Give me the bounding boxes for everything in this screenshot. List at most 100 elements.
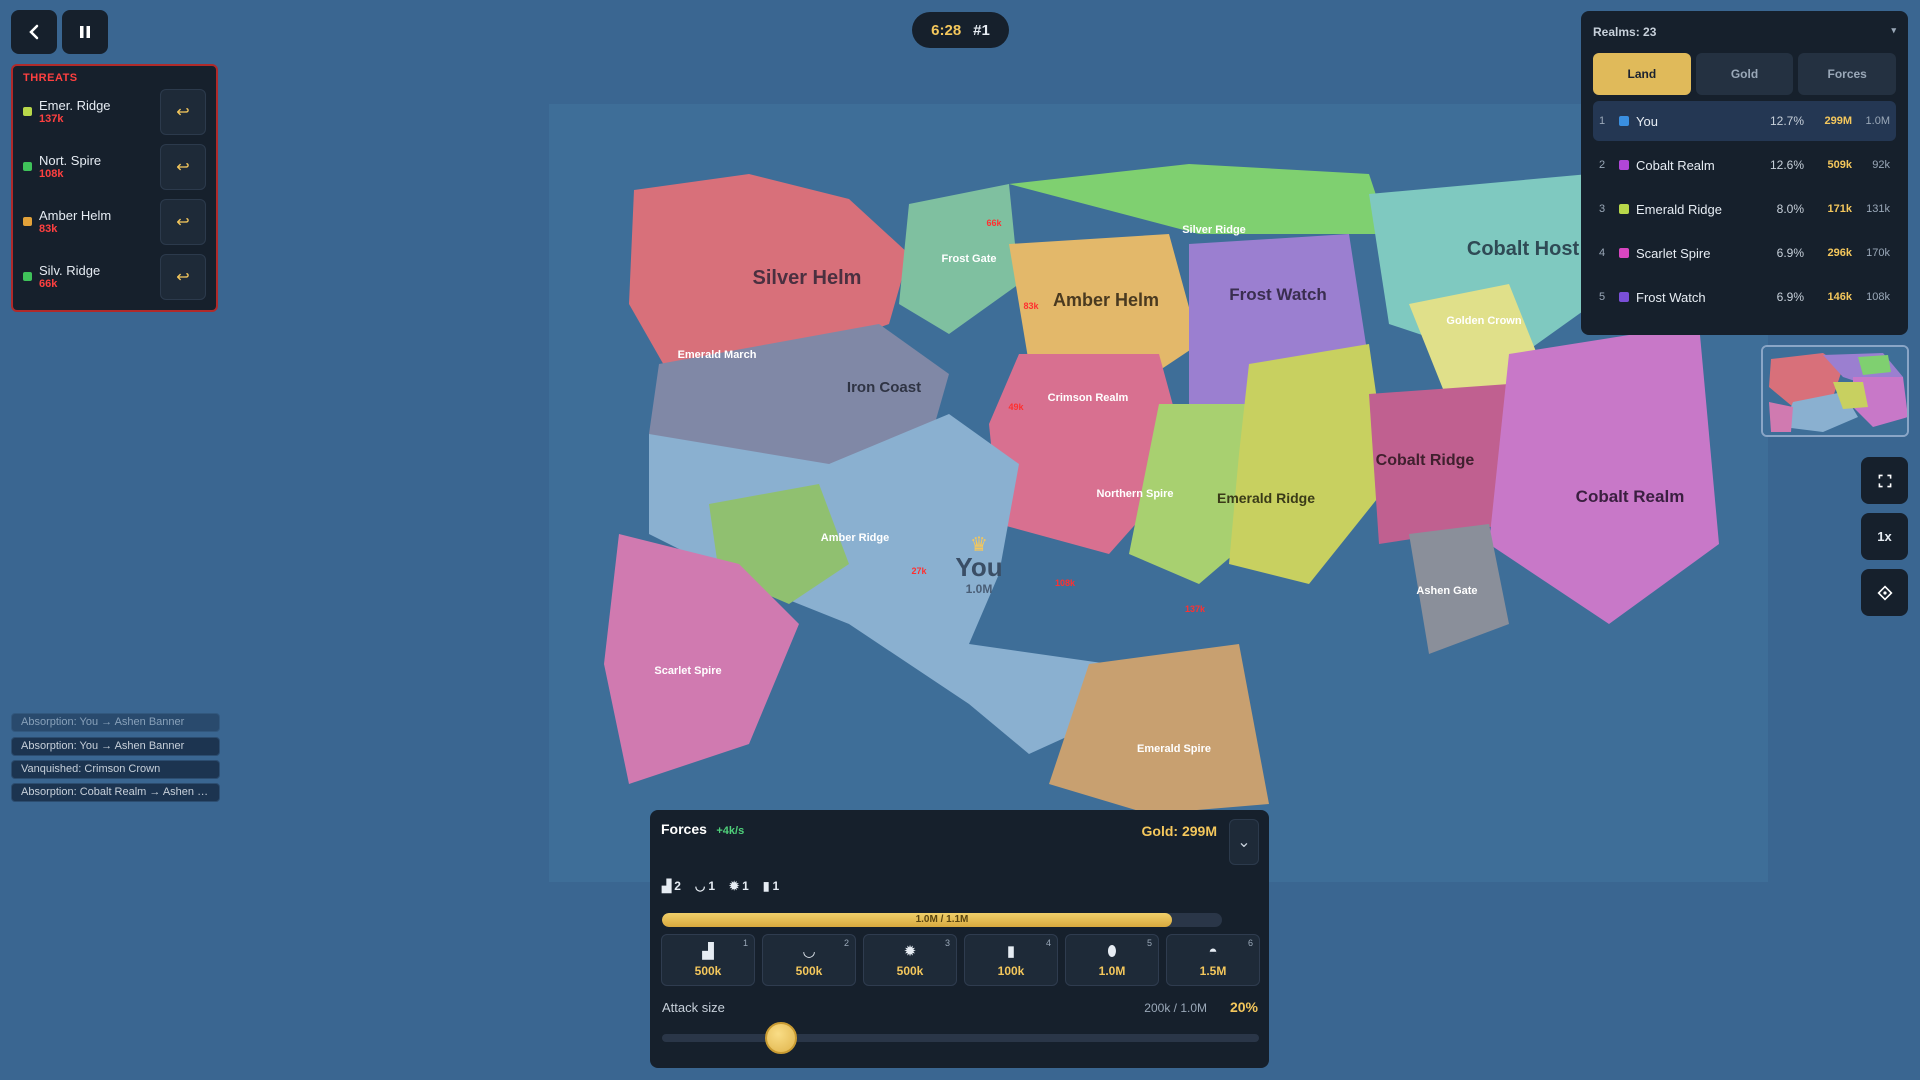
chevron-down-icon: ⌄ <box>1237 834 1251 851</box>
center-view-button[interactable] <box>1861 569 1908 616</box>
speed-label: 1x <box>1877 529 1892 544</box>
retreat-button[interactable]: ↩ <box>160 254 206 300</box>
threat-value: 66k <box>39 278 58 290</box>
realms-leaderboard: Realms: 23 ▾ Land Gold Forces 1 You 12.7… <box>1581 11 1908 335</box>
tab-gold[interactable]: Gold <box>1695 53 1794 95</box>
capacity-label: 1.0M / 1.1M <box>915 914 969 925</box>
hotkey-label: 3 <box>944 938 950 948</box>
boat-icon: ◡ <box>694 879 706 893</box>
unit-cost: 500k <box>694 964 722 978</box>
game-timer: 6:28 #1 <box>912 12 1009 48</box>
tab-forces[interactable]: Forces <box>1798 53 1897 95</box>
build-menu: 1 ▟ 500k 2 ◡ 500k 3 ✹ 500k 4 ▮ 100k 5 ⬮ … <box>661 934 1260 986</box>
building-count: ✹ 1 <box>729 879 749 893</box>
threat-color-swatch <box>23 107 32 116</box>
row-color-swatch <box>1619 204 1629 214</box>
hotkey-label: 2 <box>843 938 849 948</box>
fullscreen-icon <box>1878 474 1891 487</box>
leaderboard-row[interactable]: 3 Emerald Ridge 8.0% 171k 131k <box>1593 189 1896 229</box>
row-land-pct: 12.7% <box>1769 114 1804 128</box>
label-amber-ridge: Amber Ridge <box>821 532 889 544</box>
retreat-icon: ↩ <box>176 269 190 286</box>
leaderboard-row[interactable]: 1 You 12.7% 299M 1.0M <box>1593 101 1896 141</box>
leaderboard-row[interactable]: 5 Frost Watch 6.9% 146k 108k <box>1593 277 1896 317</box>
leaderboard-row[interactable]: 4 Scarlet Spire 6.9% 296k 170k <box>1593 233 1896 273</box>
label-amber-helm: Amber Helm <box>1053 290 1159 310</box>
label-emerald-spire: Emerald Spire <box>1137 743 1211 755</box>
back-button[interactable] <box>11 10 57 54</box>
attack-size-slider[interactable] <box>662 1022 1259 1054</box>
label-emerald-march: Emerald March <box>678 349 757 361</box>
attack-size-value: 200k / 1.0M <box>1144 1001 1207 1015</box>
row-rank: 2 <box>1599 159 1606 171</box>
row-name: Frost Watch <box>1636 289 1706 305</box>
building-count: ◡ 1 <box>694 879 716 893</box>
mine-icon: ✹ <box>729 879 740 893</box>
retreat-button[interactable]: ↩ <box>160 89 206 135</box>
attack-marker: 49k <box>1008 402 1024 412</box>
dome-icon: ◓ <box>1208 942 1218 960</box>
minimap-canvas <box>1763 347 1907 435</box>
fullscreen-button[interactable] <box>1861 457 1908 504</box>
row-land-pct: 8.0% <box>1776 202 1804 216</box>
row-rank: 4 <box>1599 247 1606 259</box>
slider-handle[interactable] <box>765 1022 798 1054</box>
threat-value: 108k <box>39 168 64 180</box>
row-color-swatch <box>1619 292 1629 302</box>
row-forces: 1.0M <box>1865 115 1890 127</box>
row-gold: 299M <box>1824 115 1852 127</box>
attack-marker: 83k <box>1023 301 1039 311</box>
collapse-panel-button[interactable]: ⌄ <box>1229 819 1259 865</box>
build-missile-button[interactable]: 5 ⬮ 1.0M <box>1065 934 1159 986</box>
threat-value: 83k <box>39 223 58 235</box>
unit-cost: 500k <box>795 964 823 978</box>
unit-cost: 100k <box>997 964 1025 978</box>
label-emerald-ridge: Emerald Ridge <box>1217 490 1315 506</box>
retreat-icon: ↩ <box>176 214 190 231</box>
row-land-pct: 6.9% <box>1776 290 1804 304</box>
threat-color-swatch <box>23 162 32 171</box>
crown-icon: ♛ <box>970 534 988 556</box>
speed-button[interactable]: 1x <box>1861 513 1908 560</box>
build-factory-button[interactable]: 1 ▟ 500k <box>661 934 755 986</box>
mine-icon: ✹ <box>903 943 917 960</box>
threats-title: THREATS <box>23 72 78 84</box>
row-rank: 5 <box>1599 291 1606 303</box>
row-color-swatch <box>1619 160 1629 170</box>
label-frost-watch: Frost Watch <box>1229 285 1327 304</box>
timer-value: 6:28 <box>931 21 962 39</box>
pause-button[interactable] <box>62 10 108 54</box>
threat-name: Amber Helm <box>39 208 112 223</box>
build-boat-button[interactable]: 2 ◡ 500k <box>762 934 856 986</box>
forces-title: Forces <box>661 821 707 837</box>
realms-count: Realms: 23 <box>1593 25 1657 39</box>
row-rank: 1 <box>1599 115 1606 127</box>
collapse-caret-icon[interactable]: ▾ <box>1891 25 1896 39</box>
row-rank: 3 <box>1599 203 1606 215</box>
threat-name: Emer. Ridge <box>39 98 111 113</box>
label-cobalt-realm: Cobalt Realm <box>1576 487 1685 506</box>
forces-panel: Forces +4k/s Gold: 299M ⌄ ▟ 2 ◡ 1 ✹ 1 ▮ 1 1.… <box>650 810 1269 1068</box>
leaderboard-row[interactable]: 2 Cobalt Realm 12.6% 509k 92k <box>1593 145 1896 185</box>
row-gold: 296k <box>1827 247 1852 259</box>
build-tower-button[interactable]: 4 ▮ 100k <box>964 934 1058 986</box>
build-mine-button[interactable]: 3 ✹ 500k <box>863 934 957 986</box>
forces-capacity-bar: 1.0M / 1.1M <box>662 913 1222 927</box>
target-icon <box>1876 584 1893 601</box>
event-log-entry: Absorption: Cobalt Realm → Ashen Banner <box>11 783 220 802</box>
minimap[interactable] <box>1761 345 1909 437</box>
build-dome-button[interactable]: 6 ◓ 1.5M <box>1166 934 1260 986</box>
tower-icon: ▮ <box>1006 943 1016 960</box>
hotkey-label: 5 <box>1146 938 1152 948</box>
label-cobalt-host: Cobalt Host <box>1467 238 1580 260</box>
threats-panel: THREATS Emer. Ridge 137k ↩ Nort. Spire 108… <box>11 64 218 312</box>
threat-row: Amber Helm 83k ↩ <box>23 194 206 249</box>
retreat-button[interactable]: ↩ <box>160 199 206 245</box>
label-frost-gate: Frost Gate <box>941 253 996 265</box>
retreat-button[interactable]: ↩ <box>160 144 206 190</box>
row-forces: 92k <box>1872 159 1890 171</box>
owned-buildings: ▟ 2 ◡ 1 ✹ 1 ▮ 1 <box>662 879 779 893</box>
tab-land[interactable]: Land <box>1593 53 1691 95</box>
event-log-entry: Absorption: You → Ashen Banner <box>11 713 220 732</box>
attack-marker: 66k <box>986 218 1002 228</box>
